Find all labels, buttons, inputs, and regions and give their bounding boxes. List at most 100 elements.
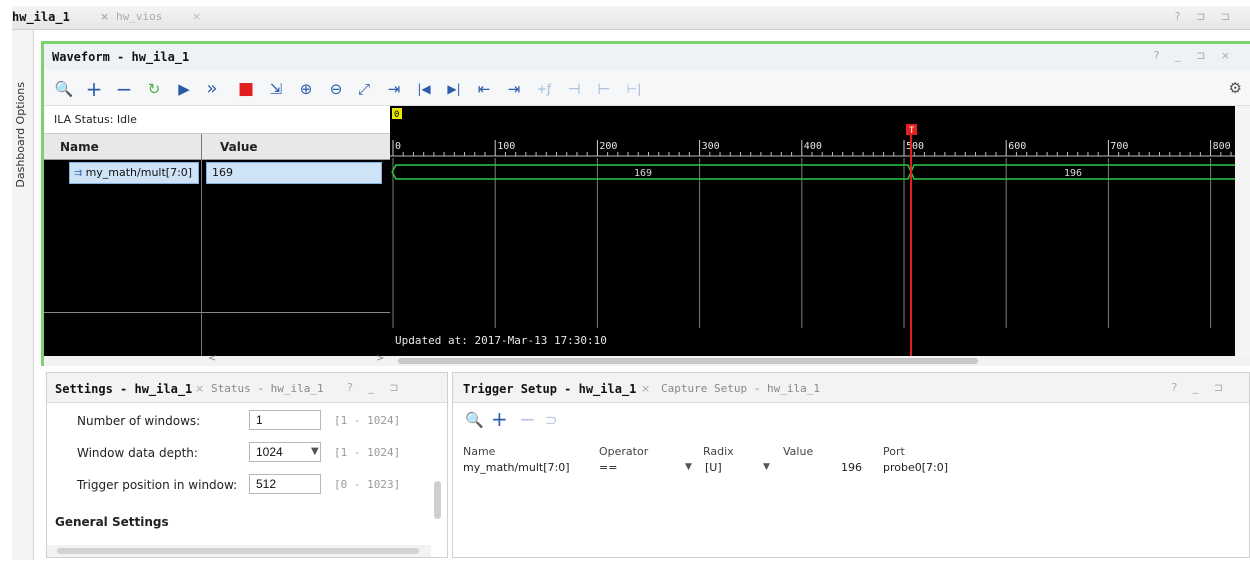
waveform-title: Waveform - hw_ila_1 bbox=[52, 50, 190, 64]
trigger-position-input[interactable] bbox=[249, 474, 321, 494]
trigger-marker-label: T bbox=[909, 126, 915, 136]
operator-column-header[interactable]: Operator bbox=[599, 445, 648, 458]
settings-window-controls[interactable]: ? _ ⊐ bbox=[347, 381, 405, 394]
go-to-cursor-icon[interactable]: ⇥ bbox=[384, 79, 404, 99]
zoom-in-icon[interactable]: ⊕ bbox=[296, 79, 316, 99]
previous-transition-icon[interactable]: ⇤ bbox=[474, 79, 494, 99]
go-to-time-zero-icon[interactable]: |◀ bbox=[414, 79, 434, 99]
signal-row-name[interactable]: ⇉ my_math/mult[7:0] bbox=[69, 162, 199, 184]
zoom-out-icon[interactable]: ⊖ bbox=[326, 79, 346, 99]
number-of-windows-label: Number of windows: bbox=[77, 414, 201, 428]
trigger-position-range: [0 - 1023] bbox=[334, 478, 401, 491]
tab-capture-setup[interactable]: Capture Setup - hw_ila_1 bbox=[661, 382, 820, 395]
dashboard-options-sidebar[interactable]: Dashboard Options bbox=[12, 30, 34, 560]
bus-segment-value: 169 bbox=[634, 168, 652, 179]
waveform-toolbar: 🔍 + − ↻ ▶ » ■ ⇲ ⊕ ⊖ ⤢ ⇥ |◀ ▶| ⇤ ⇥ +ƒ ⊣ ⊢… bbox=[44, 70, 1250, 106]
close-icon[interactable]: × bbox=[100, 10, 109, 28]
scrollbar-thumb[interactable] bbox=[434, 481, 441, 519]
tab-trigger-setup[interactable]: Trigger Setup - hw_ila_1 bbox=[463, 382, 636, 396]
trigger-tab-bar: Trigger Setup - hw_ila_1 × Capture Setup… bbox=[453, 373, 1249, 403]
run-trigger-immediate-icon[interactable]: » bbox=[202, 79, 222, 99]
ruler-tick-label: 700 bbox=[1110, 141, 1128, 152]
trigger-toolbar: 🔍 + − ⊃ bbox=[453, 403, 1249, 437]
remove-probe-button[interactable]: − bbox=[519, 407, 536, 431]
gear-icon[interactable]: ⚙ bbox=[1229, 79, 1242, 97]
ruler-tick-label: 0 bbox=[395, 141, 401, 152]
remove-markers-icon[interactable]: ⊢| bbox=[624, 79, 644, 99]
scrollbar-thumb[interactable] bbox=[398, 358, 978, 364]
divider bbox=[44, 312, 390, 313]
next-marker-icon[interactable]: ⊢ bbox=[594, 79, 614, 99]
settings-panel: Settings - hw_ila_1 × Status - hw_ila_1 … bbox=[46, 372, 448, 558]
run-trigger-icon[interactable]: ▶ bbox=[174, 79, 194, 99]
chevron-down-icon[interactable]: ▼ bbox=[685, 462, 692, 472]
name-column-header[interactable]: Name bbox=[463, 445, 495, 458]
tab-hw-vios[interactable]: hw_vios bbox=[116, 10, 162, 28]
waveform-vertical-scrollbar[interactable] bbox=[1235, 106, 1250, 356]
tab-settings[interactable]: Settings - hw_ila_1 bbox=[55, 382, 192, 396]
origin-marker-label: 0 bbox=[394, 110, 399, 120]
trigger-condition-gate-icon[interactable]: ⊃ bbox=[545, 411, 558, 429]
chevron-down-icon[interactable]: ▼ bbox=[763, 462, 770, 472]
general-settings-heading[interactable]: General Settings bbox=[55, 515, 169, 529]
export-data-icon[interactable]: ⇲ bbox=[266, 79, 286, 99]
value-column-header[interactable]: Value bbox=[220, 140, 258, 154]
value-column-header[interactable]: Value bbox=[783, 445, 813, 458]
close-icon[interactable]: × bbox=[192, 10, 201, 28]
waveform-canvas[interactable]: 0 0 100 200 300 400 500 600 700 800 169 196 T Up… bbox=[390, 106, 1235, 356]
number-of-windows-input[interactable] bbox=[249, 410, 321, 430]
waveform-horizontal-scrollbar[interactable] bbox=[390, 356, 1250, 366]
close-icon[interactable]: × bbox=[195, 382, 204, 395]
waveform-window-controls[interactable]: ? _ ⊐ × bbox=[1154, 49, 1236, 62]
signal-list: ⇉ my_math/mult[7:0] 169 bbox=[44, 160, 390, 356]
settings-vertical-scrollbar[interactable] bbox=[431, 403, 445, 543]
ruler-tick-label: 300 bbox=[702, 141, 720, 152]
waveform-header: Waveform - hw_ila_1 ? _ ⊐ × bbox=[44, 44, 1250, 70]
add-probe-button[interactable]: + bbox=[84, 79, 104, 99]
signal-list-scrollbar[interactable]: < > bbox=[44, 353, 390, 366]
time-ruler: 0 100 200 300 400 500 600 700 800 bbox=[390, 140, 1235, 157]
next-transition-icon[interactable]: ⇥ bbox=[504, 79, 524, 99]
window-controls[interactable]: ? ⊐ ⊐ bbox=[1175, 10, 1236, 23]
ruler-tick-label: 200 bbox=[599, 141, 617, 152]
chevron-down-icon[interactable]: ▼ bbox=[311, 446, 319, 457]
settings-tab-bar: Settings - hw_ila_1 × Status - hw_ila_1 … bbox=[47, 373, 447, 403]
trigger-probe-name[interactable]: my_math/mult[7:0] bbox=[463, 461, 570, 474]
previous-marker-icon[interactable]: ⊣ bbox=[564, 79, 584, 99]
grid-lines bbox=[392, 158, 1212, 328]
radix-column-header[interactable]: Radix bbox=[703, 445, 734, 458]
bus-signal-icon: ⇉ bbox=[74, 168, 86, 179]
search-icon[interactable]: 🔍 bbox=[465, 411, 484, 429]
updated-timestamp: Updated at: 2017-Mar-13 17:30:10 bbox=[395, 334, 607, 347]
column-divider[interactable] bbox=[201, 134, 202, 356]
close-icon[interactable]: × bbox=[641, 382, 650, 395]
tab-hw-ila-1[interactable]: hw_ila_1 bbox=[12, 10, 70, 28]
search-icon[interactable]: 🔍 bbox=[54, 79, 74, 99]
scrollbar-thumb[interactable] bbox=[57, 548, 419, 554]
window-data-depth-label: Window data depth: bbox=[77, 446, 198, 460]
run-trigger-for-this-ila-icon[interactable]: ↻ bbox=[144, 79, 164, 99]
window-data-depth-range: [1 - 1024] bbox=[334, 446, 401, 459]
trigger-value-input[interactable]: 196 bbox=[841, 461, 862, 474]
tab-status[interactable]: Status - hw_ila_1 bbox=[211, 382, 324, 395]
trigger-position-label: Trigger position in window: bbox=[77, 478, 238, 492]
ruler-tick-label: 600 bbox=[1008, 141, 1026, 152]
trigger-radix-select[interactable]: [U] bbox=[705, 461, 722, 474]
dashboard-options-label[interactable]: Dashboard Options bbox=[14, 82, 27, 188]
trigger-operator-select[interactable]: == bbox=[599, 461, 617, 474]
add-probe-button[interactable]: + bbox=[491, 407, 508, 431]
remove-probe-button[interactable]: − bbox=[114, 79, 134, 99]
port-column-header[interactable]: Port bbox=[883, 445, 905, 458]
signal-row-value[interactable]: 169 bbox=[206, 162, 382, 184]
trigger-port: probe0[7:0] bbox=[883, 461, 949, 474]
settings-horizontal-scrollbar[interactable] bbox=[47, 545, 431, 557]
ruler-tick-label: 400 bbox=[804, 141, 822, 152]
name-column-header[interactable]: Name bbox=[60, 140, 99, 154]
scroll-left-arrow[interactable]: < bbox=[208, 353, 216, 364]
zoom-fit-icon[interactable]: ⤢ bbox=[354, 79, 374, 99]
add-marker-icon[interactable]: +ƒ bbox=[534, 79, 554, 99]
go-to-last-time-icon[interactable]: ▶| bbox=[444, 79, 464, 99]
trigger-window-controls[interactable]: ? _ ⊐ bbox=[1171, 381, 1229, 394]
stop-trigger-icon[interactable]: ■ bbox=[236, 79, 256, 99]
scroll-right-arrow[interactable]: > bbox=[376, 353, 384, 364]
